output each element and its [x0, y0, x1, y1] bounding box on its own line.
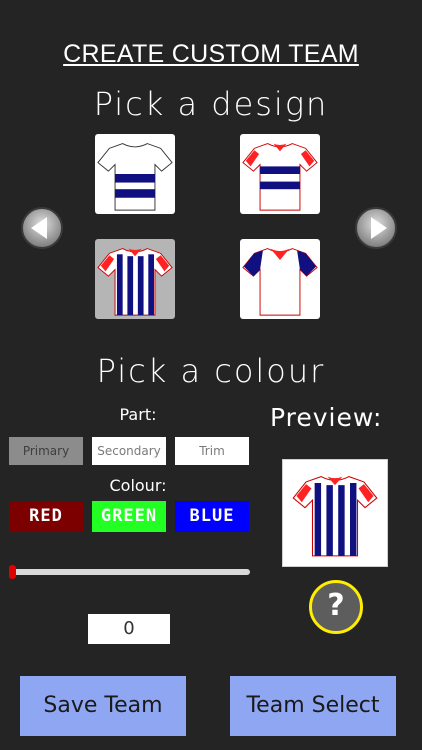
colour-blue-button[interactable]: BLUE [175, 501, 249, 532]
design-heading: Pick a design [93, 85, 329, 123]
design-option-3[interactable] [95, 239, 175, 319]
colour-label: Colour: [109, 476, 167, 495]
arrow-right-icon[interactable] [354, 206, 398, 250]
preview-panel [282, 459, 388, 567]
colour-green-button[interactable]: GREEN [92, 501, 166, 532]
question-mark-icon: ? [327, 588, 345, 623]
design-option-4[interactable] [240, 239, 320, 319]
part-label: Part: [119, 405, 157, 424]
shirt-white-blue-hoops-icon [97, 143, 173, 211]
shirt-blue-stripes-icon [292, 475, 378, 557]
colour-red-button[interactable]: RED [9, 501, 83, 532]
colour-slider-thumb[interactable] [9, 565, 16, 579]
part-primary-button[interactable]: Primary [9, 437, 83, 465]
page-title: CREATE CUSTOM TEAM [63, 40, 359, 68]
save-team-button[interactable]: Save Team [20, 676, 186, 736]
shirt-blue-stripes-icon [97, 248, 173, 316]
value-display: 0 [88, 614, 170, 644]
part-trim-button[interactable]: Trim [175, 437, 249, 465]
colour-slider-track[interactable] [10, 569, 250, 575]
design-option-1[interactable] [95, 134, 175, 214]
team-select-button[interactable]: Team Select [230, 676, 396, 736]
help-button[interactable]: ? [309, 580, 363, 634]
design-option-2[interactable] [240, 134, 320, 214]
preview-label: Preview: [270, 403, 383, 432]
part-secondary-button[interactable]: Secondary [92, 437, 166, 465]
arrow-left-icon[interactable] [20, 206, 64, 250]
shirt-white-blue-sleeves-icon [242, 248, 318, 316]
shirt-red-trim-blue-hoops-icon [242, 143, 318, 211]
colour-heading: Pick a colour [96, 352, 326, 390]
